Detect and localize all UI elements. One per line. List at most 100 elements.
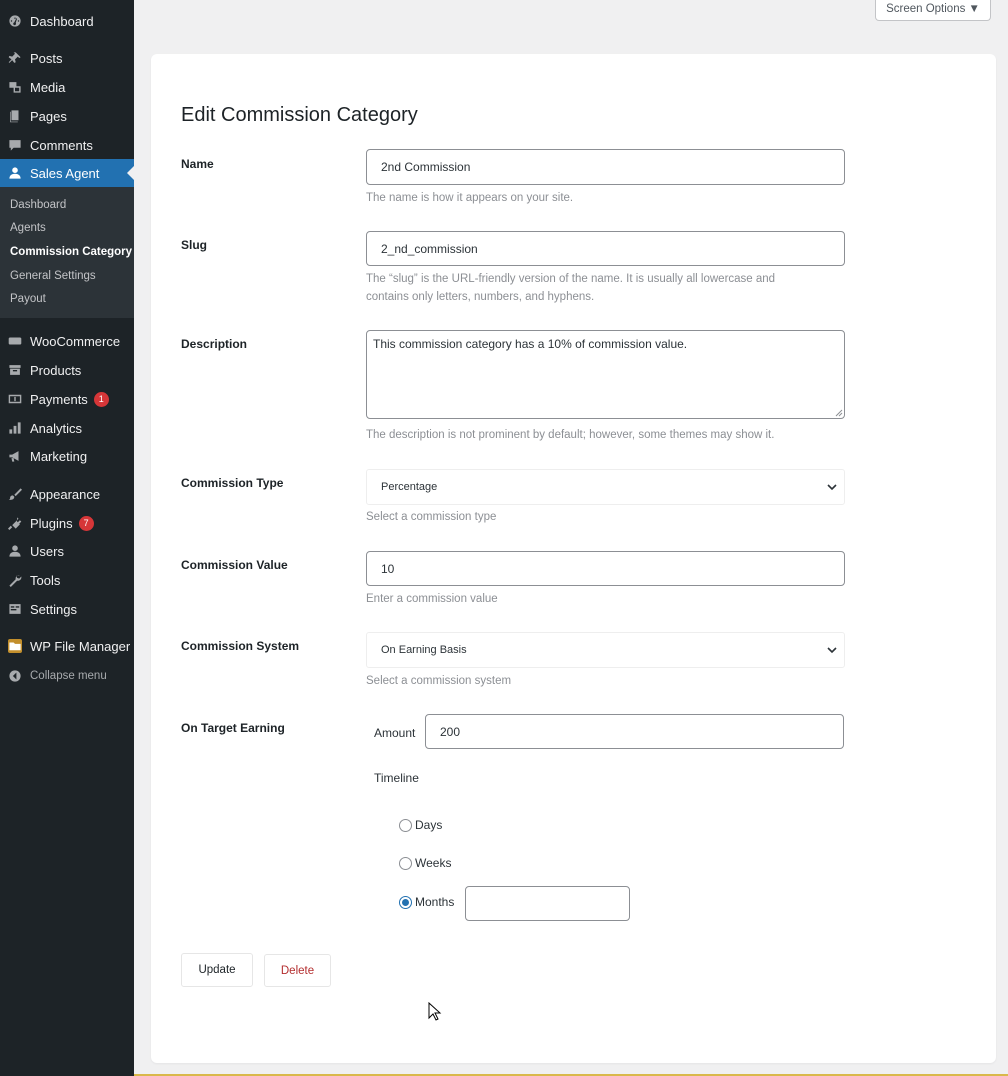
menu-label: Posts bbox=[30, 50, 63, 66]
description-text: This commission category has a 10% of co… bbox=[373, 337, 688, 351]
menu-label: Marketing bbox=[30, 448, 88, 464]
amount-input[interactable]: 200 bbox=[425, 714, 844, 749]
menu-label: Plugins bbox=[30, 515, 73, 531]
dashboard-icon bbox=[8, 14, 22, 28]
menu-users[interactable]: Users bbox=[0, 537, 134, 565]
menu-label: Comments bbox=[30, 137, 93, 153]
menu-label: Analytics bbox=[30, 420, 83, 436]
commission-system-value: On Earning Basis bbox=[381, 644, 467, 656]
radio-months[interactable]: Months bbox=[399, 895, 454, 909]
radio-circle[interactable] bbox=[399, 818, 412, 832]
menu-appearance[interactable]: Appearance bbox=[0, 480, 134, 508]
chart-icon bbox=[8, 421, 22, 435]
menu-label: Users bbox=[30, 543, 64, 559]
user-icon bbox=[8, 166, 22, 180]
radio-days[interactable]: Days bbox=[399, 818, 442, 832]
commission-type-select[interactable]: Percentage bbox=[366, 469, 845, 505]
menu-analytics[interactable]: Analytics bbox=[0, 414, 134, 442]
submenu-general-settings[interactable]: General Settings bbox=[10, 270, 96, 282]
collapse-icon bbox=[8, 669, 22, 683]
sales-agent-submenu: Dashboard Agents Commission Category Gen… bbox=[0, 187, 134, 318]
commission-type-value: Percentage bbox=[381, 481, 438, 493]
menu-label: WP File Manager bbox=[30, 638, 131, 654]
update-button[interactable]: Update bbox=[181, 953, 253, 987]
chevron-down-icon bbox=[827, 484, 837, 491]
menu-products[interactable]: Products bbox=[0, 356, 134, 384]
pin-icon bbox=[8, 51, 22, 65]
menu-label: Settings bbox=[30, 601, 77, 617]
menu-sales-agent[interactable]: Sales Agent bbox=[0, 159, 134, 187]
admin-sidebar: Dashboard Posts Media Pages Comments Sal… bbox=[0, 0, 134, 1076]
slug-input[interactable]: 2_nd_commission bbox=[366, 231, 845, 266]
radio-weeks[interactable]: Weeks bbox=[399, 856, 451, 870]
menu-comments[interactable]: Comments bbox=[0, 131, 134, 159]
menu-label: Pages bbox=[30, 108, 67, 124]
chevron-down-icon bbox=[827, 647, 837, 654]
menu-settings[interactable]: Settings bbox=[0, 595, 134, 623]
menu-woocommerce[interactable]: WooCommerce bbox=[0, 327, 134, 355]
comment-icon bbox=[8, 138, 22, 152]
commission-type-label: Commission Type bbox=[181, 476, 284, 490]
name-label: Name bbox=[181, 157, 214, 171]
menu-label: Appearance bbox=[30, 486, 101, 502]
menu-marketing[interactable]: Marketing bbox=[0, 442, 134, 470]
menu-payments[interactable]: Payments 1 bbox=[0, 385, 134, 413]
menu-label: Media bbox=[30, 79, 66, 95]
payments-badge: 1 bbox=[93, 391, 109, 407]
slug-help-line2: contains only letters, numbers, and hyph… bbox=[366, 291, 595, 303]
delete-button[interactable]: Delete bbox=[264, 954, 331, 987]
submenu-payout[interactable]: Payout bbox=[10, 293, 46, 305]
active-arrow bbox=[127, 166, 134, 180]
commission-type-help: Select a commission type bbox=[366, 511, 497, 523]
menu-pages[interactable]: Pages bbox=[0, 102, 134, 130]
menu-media[interactable]: Media bbox=[0, 73, 134, 101]
collapse-menu[interactable]: Collapse menu bbox=[0, 662, 134, 690]
months-input[interactable] bbox=[465, 886, 630, 921]
description-textarea[interactable]: This commission category has a 10% of co… bbox=[366, 330, 845, 419]
wrench-icon bbox=[8, 573, 22, 587]
ote-label: On Target Earning bbox=[181, 721, 285, 735]
resize-handle-icon[interactable] bbox=[835, 409, 843, 417]
edit-form-card: Edit Commission Category Name 2nd Commis… bbox=[151, 54, 996, 1063]
submenu-commission-category[interactable]: Commission Category bbox=[10, 246, 132, 258]
description-label: Description bbox=[181, 337, 248, 351]
description-help: The description is not prominent by defa… bbox=[366, 429, 775, 441]
menu-label: Products bbox=[30, 362, 82, 378]
radio-weeks-label: Weeks bbox=[415, 856, 452, 870]
timeline-label: Timeline bbox=[374, 771, 419, 785]
name-help: The name is how it appears on your site. bbox=[366, 192, 574, 204]
radio-circle[interactable] bbox=[399, 856, 412, 870]
menu-label: Tools bbox=[30, 572, 61, 588]
menu-label: Dashboard bbox=[30, 13, 94, 29]
commission-value-input[interactable]: 10 bbox=[366, 551, 845, 586]
slug-label: Slug bbox=[181, 238, 207, 252]
menu-tools[interactable]: Tools bbox=[0, 566, 134, 594]
commission-system-select[interactable]: On Earning Basis bbox=[366, 632, 845, 668]
amount-label: Amount bbox=[374, 726, 416, 740]
settings-icon bbox=[8, 602, 22, 616]
commission-value-help: Enter a commission value bbox=[366, 593, 498, 605]
radio-circle-checked[interactable] bbox=[399, 895, 412, 909]
commission-system-label: Commission System bbox=[181, 639, 300, 653]
menu-dashboard[interactable]: Dashboard bbox=[0, 7, 134, 35]
megaphone-icon bbox=[8, 449, 22, 463]
plugins-badge: 7 bbox=[78, 515, 94, 531]
users-icon bbox=[8, 544, 22, 558]
folder-icon bbox=[8, 639, 22, 653]
menu-label: WooCommerce bbox=[30, 333, 121, 349]
menu-plugins[interactable]: Plugins 7 bbox=[0, 509, 134, 537]
commission-value-label: Commission Value bbox=[181, 558, 288, 572]
screen-options-button[interactable]: Screen Options ▼ bbox=[875, 0, 991, 21]
menu-posts[interactable]: Posts bbox=[0, 44, 134, 72]
woo-icon bbox=[8, 334, 22, 348]
menu-wp-file-manager[interactable]: WP File Manager bbox=[0, 632, 134, 660]
menu-label: Payments bbox=[30, 391, 88, 407]
radio-months-label: Months bbox=[415, 895, 455, 909]
brush-icon bbox=[8, 487, 22, 501]
submenu-dashboard[interactable]: Dashboard bbox=[10, 199, 66, 211]
money-icon bbox=[8, 392, 22, 406]
page-title: Edit Commission Category bbox=[181, 104, 418, 126]
name-input[interactable]: 2nd Commission bbox=[366, 149, 845, 185]
mouse-cursor-icon bbox=[428, 1002, 442, 1021]
submenu-agents[interactable]: Agents bbox=[10, 222, 46, 234]
